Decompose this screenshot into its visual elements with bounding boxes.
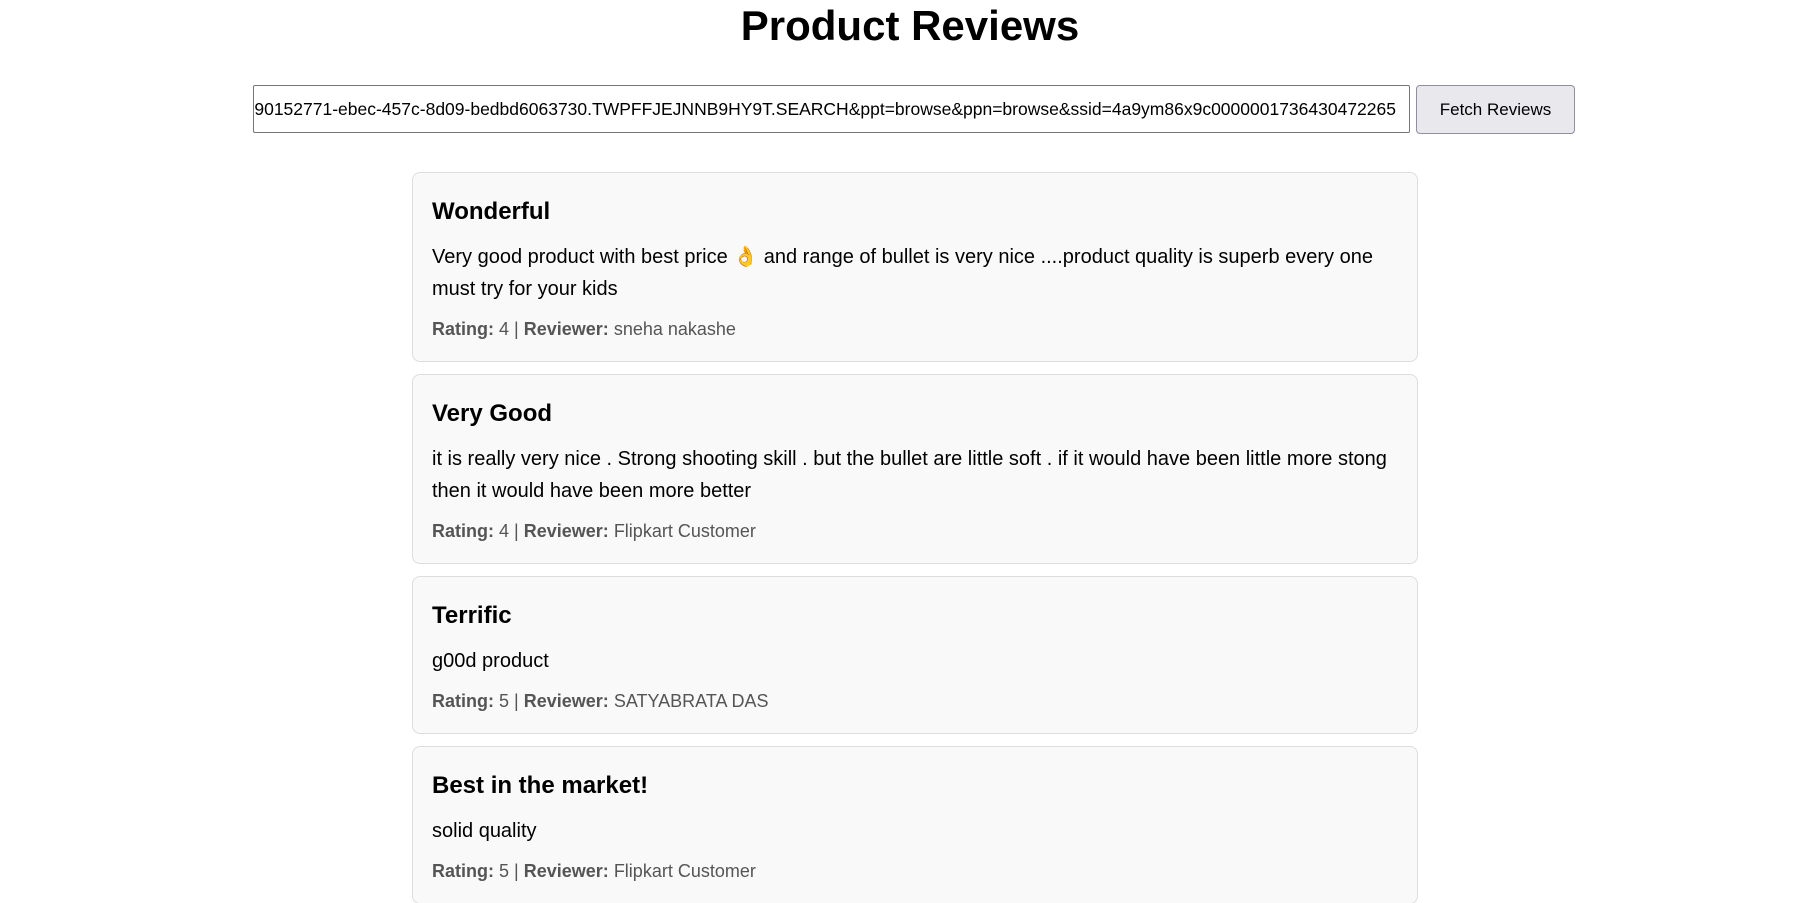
meta-separator: | <box>514 861 519 881</box>
rating-label: Rating: <box>432 691 494 711</box>
review-card: Very Good it is really very nice . Stron… <box>412 374 1418 564</box>
rating-label: Rating: <box>432 521 494 541</box>
reviewer-name: Flipkart Customer <box>613 521 756 541</box>
reviews-page: Product Reviews anic&iid=90152771-ebec-4… <box>0 0 1800 903</box>
rating-value: 4 <box>499 319 510 339</box>
reviewer-label: Reviewer: <box>523 521 609 541</box>
rating-label: Rating: <box>432 861 494 881</box>
product-url-value: anic&iid=90152771-ebec-457c-8d09-bedbd60… <box>253 99 1396 119</box>
review-card: Terrific g00d product Rating: 5 | Review… <box>412 576 1418 734</box>
search-bar: anic&iid=90152771-ebec-457c-8d09-bedbd60… <box>253 85 1575 135</box>
review-list: Wonderful Very good product with best pr… <box>412 172 1418 903</box>
product-url-input[interactable]: anic&iid=90152771-ebec-457c-8d09-bedbd60… <box>253 85 1410 133</box>
reviewer-name: sneha nakashe <box>613 319 736 339</box>
reviewer-name: Flipkart Customer <box>613 861 756 881</box>
review-title: Wonderful <box>432 198 551 225</box>
review-meta: Rating: 4 | Reviewer: sneha nakashe <box>432 317 1398 341</box>
review-text: solid quality <box>432 820 537 842</box>
review-card: Wonderful Very good product with best pr… <box>412 172 1418 362</box>
fetch-reviews-button[interactable]: Fetch Reviews <box>1416 85 1575 134</box>
reviewer-label: Reviewer: <box>523 691 609 711</box>
review-meta: Rating: 5 | Reviewer: Flipkart Customer <box>432 859 1398 883</box>
meta-separator: | <box>514 319 519 339</box>
review-title: Best in the market! <box>432 772 649 799</box>
review-text: it is really very nice . Strong shooting… <box>432 448 1387 502</box>
rating-value: 5 <box>499 691 510 711</box>
rating-label: Rating: <box>432 319 494 339</box>
page-title: Product Reviews <box>740 2 1080 49</box>
review-title: Very Good <box>432 400 553 427</box>
reviewer-name: SATYABRATA DAS <box>613 691 769 711</box>
review-card: Best in the market! solid quality Rating… <box>412 746 1418 903</box>
review-meta: Rating: 5 | Reviewer: SATYABRATA DAS <box>432 689 1398 713</box>
review-text: Very good product with best price 👌 and … <box>432 246 1373 300</box>
reviewer-label: Reviewer: <box>523 861 609 881</box>
rating-value: 5 <box>499 861 510 881</box>
review-text: g00d product <box>432 650 549 672</box>
rating-value: 4 <box>499 521 510 541</box>
review-meta: Rating: 4 | Reviewer: Flipkart Customer <box>432 519 1398 543</box>
reviewer-label: Reviewer: <box>523 319 609 339</box>
review-title: Terrific <box>432 602 512 629</box>
meta-separator: | <box>514 521 519 541</box>
meta-separator: | <box>514 691 519 711</box>
